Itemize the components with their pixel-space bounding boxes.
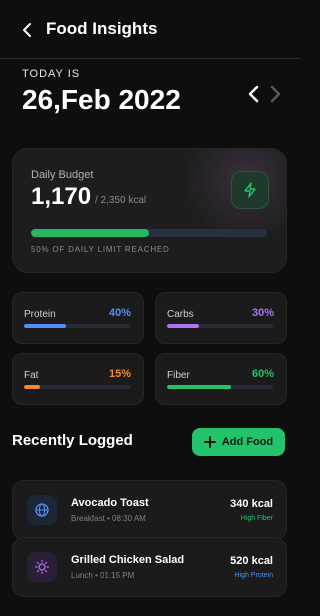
app-header: Food Insights — [0, 0, 301, 59]
macro-progress-bar — [167, 324, 273, 328]
macro-percent: 15% — [108, 368, 131, 380]
lightning-icon — [244, 182, 256, 198]
budget-progress-fill — [31, 229, 149, 237]
log-item-kcal: 340 kcal — [230, 498, 273, 510]
macro-percent: 60% — [251, 368, 274, 380]
next-day-button[interactable] — [266, 84, 284, 104]
macro-name: Fat — [24, 370, 39, 381]
energy-button[interactable] — [231, 171, 269, 209]
page-title: Food Insights — [46, 19, 158, 38]
add-food-label: Add Food — [221, 436, 274, 448]
budget-label: Daily Budget — [31, 169, 94, 181]
recently-logged-title: Recently Logged — [12, 432, 133, 449]
progress-caption: 50% OF DAILY LIMIT REACHED — [31, 245, 170, 254]
budget-limit: / 2,350 kcal — [95, 195, 147, 206]
macro-card-fiber: Fiber 60% — [155, 353, 287, 405]
macro-progress-fill — [167, 385, 231, 389]
log-item-meta: Breakfast • 08:30 AM — [71, 514, 146, 523]
log-item-meta: Lunch • 01:15 PM — [71, 571, 135, 580]
macro-progress-fill — [24, 324, 67, 328]
add-food-button[interactable]: Add Food — [192, 428, 285, 456]
macro-name: Protein — [24, 309, 56, 320]
log-item[interactable]: Avocado Toast Breakfast • 08:30 AM 340 k… — [12, 480, 287, 540]
log-item-tag: High Protein — [234, 572, 273, 579]
chevron-right-icon — [270, 85, 281, 103]
log-item-name: Avocado Toast — [71, 497, 149, 509]
macro-name: Carbs — [167, 309, 194, 320]
chevron-left-icon — [248, 85, 259, 103]
log-item-kcal: 520 kcal — [230, 555, 273, 567]
macro-card-carbs: Carbs 30% — [155, 292, 287, 344]
log-item-name: Grilled Chicken Salad — [71, 554, 185, 566]
daily-budget-card: Daily Budget 1,170 / 2,350 kcal 50% OF D… — [12, 148, 287, 273]
macro-card-fat: Fat 15% — [12, 353, 144, 405]
macro-progress-bar — [24, 385, 130, 389]
today-label: TODAY IS — [22, 68, 81, 80]
macro-name: Fiber — [167, 370, 190, 381]
macro-progress-bar — [24, 324, 130, 328]
log-item-icon — [27, 495, 57, 525]
budget-value: 1,170 — [31, 183, 92, 210]
globe-icon — [35, 503, 49, 517]
back-button[interactable] — [18, 20, 38, 40]
current-date: 26,Feb 2022 — [22, 84, 181, 115]
macro-progress-bar — [167, 385, 273, 389]
log-item-icon — [27, 552, 57, 582]
macro-progress-fill — [24, 385, 40, 389]
macro-percent: 30% — [251, 307, 274, 319]
log-item-tag: High Fiber — [240, 515, 273, 522]
macro-progress-fill — [167, 324, 199, 328]
macro-card-protein: Protein 40% — [12, 292, 144, 344]
plus-icon — [203, 436, 216, 448]
previous-day-button[interactable] — [245, 84, 263, 104]
sun-icon — [34, 559, 50, 575]
log-item[interactable]: Grilled Chicken Salad Lunch • 01:15 PM 5… — [12, 537, 287, 597]
chevron-left-icon — [23, 23, 31, 37]
budget-progress-bar — [31, 229, 267, 237]
macro-percent: 40% — [108, 307, 131, 319]
